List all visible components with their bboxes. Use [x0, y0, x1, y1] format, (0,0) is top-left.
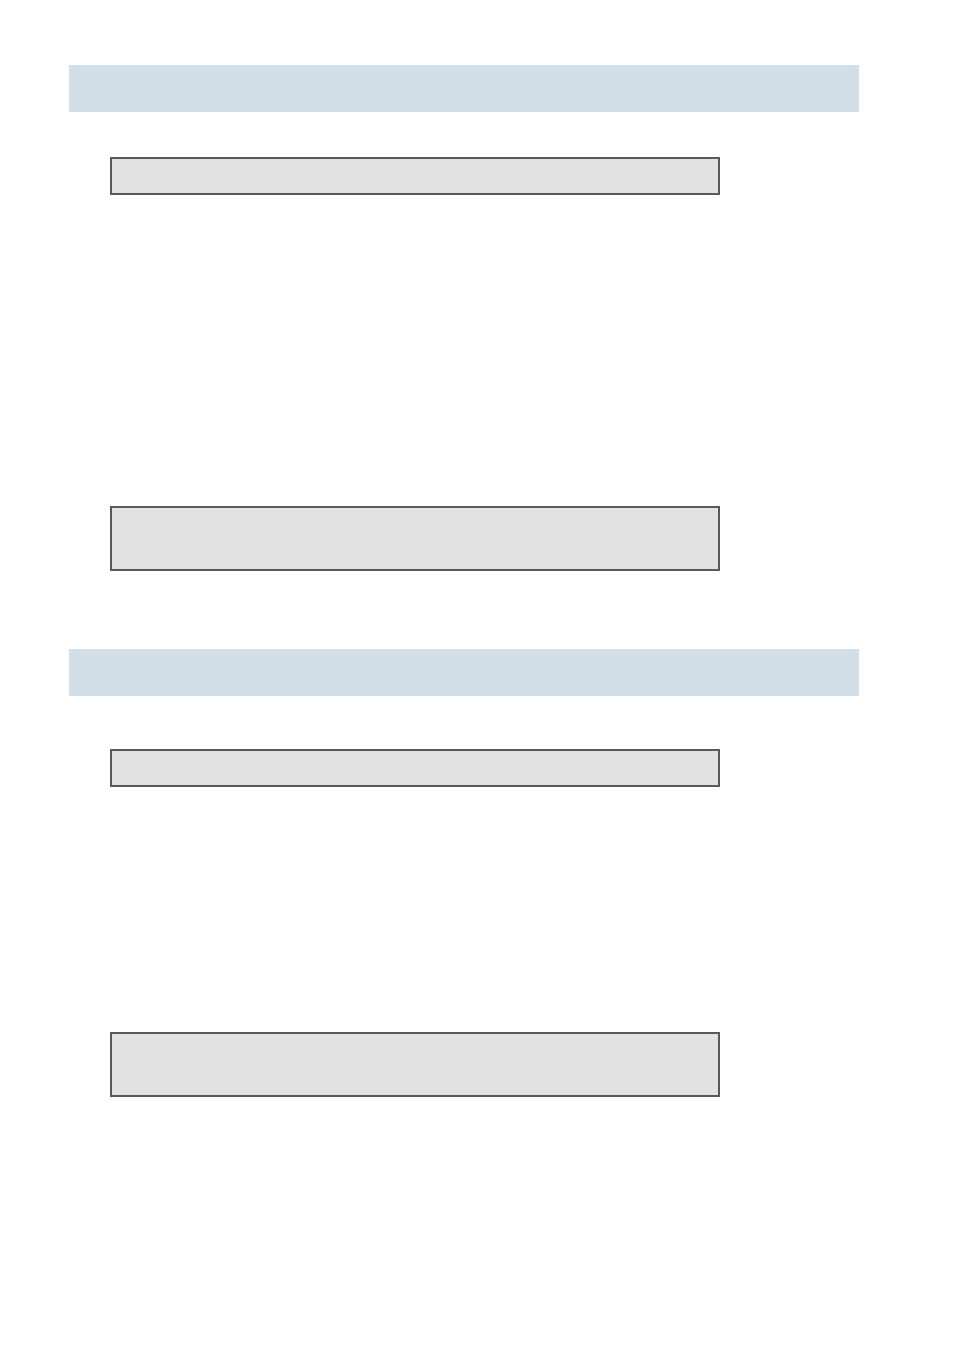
input-box-3: [110, 749, 720, 787]
input-box-1: [110, 157, 720, 195]
input-box-4: [110, 1032, 720, 1097]
section-header-bar-2: [69, 649, 859, 696]
page-container: [0, 0, 954, 1350]
input-box-2: [110, 506, 720, 571]
section-header-bar-1: [69, 65, 859, 112]
